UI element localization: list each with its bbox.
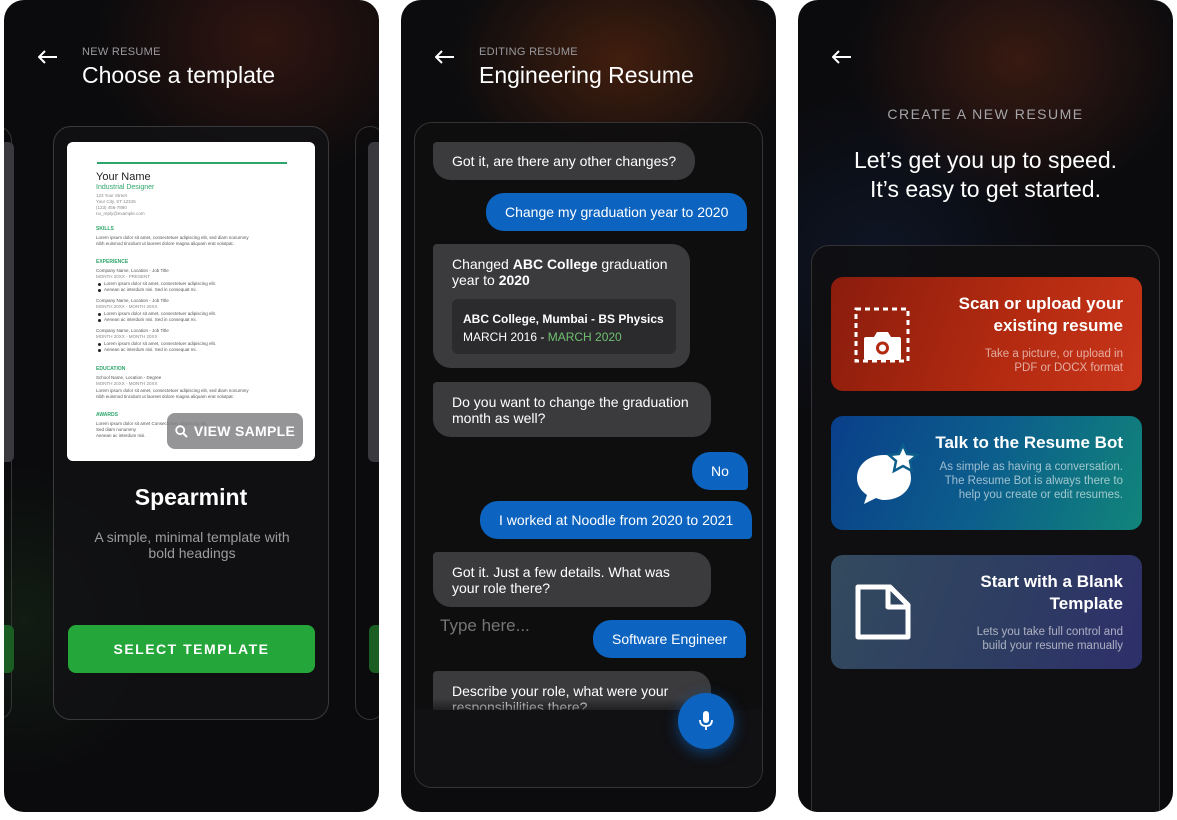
- education-card[interactable]: ABC College, Mumbai - BS Physics MARCH 2…: [452, 299, 676, 354]
- education-card-dates: MARCH 2016 - MARCH 2020: [463, 329, 665, 345]
- option-sub-line: As simple as having a conversation.: [939, 461, 1123, 473]
- option-sub-line: PDF or DOCX format: [1014, 362, 1123, 374]
- option-sub-line: The Resume Bot is always there to: [944, 475, 1123, 487]
- message-input[interactable]: [440, 616, 640, 636]
- option-title: Start with a Blank Template: [980, 571, 1123, 615]
- preview-name: Your Name: [96, 171, 151, 183]
- template-name: Spearmint: [134, 484, 248, 510]
- template-preview[interactable]: Your Name Industrial Designer 123 Your S…: [67, 142, 315, 461]
- user-message: Change my graduation year to 2020: [486, 193, 748, 231]
- preview-dates: MONTH 20XX - MONTH 20XX: [96, 334, 158, 339]
- next-template-button[interactable]: [369, 625, 379, 673]
- chat-star-icon: [857, 443, 920, 504]
- preview-rule: [97, 162, 287, 164]
- option-sub-line: Take a picture, or upload in: [984, 348, 1123, 360]
- preview-dates: MONTH 20XX - PRESENT: [96, 274, 151, 279]
- preview-bullet: Aenean ac interdum nisi. Sed in consequa…: [98, 287, 197, 292]
- screen-overline: EDITING RESUME: [479, 46, 578, 58]
- option-title-line: Talk to the Resume Bot: [935, 433, 1123, 452]
- hero-text: Let’s get you up to speed. It’s easy to …: [798, 146, 1173, 204]
- preview-education-heading: EDUCATION: [96, 366, 126, 372]
- option-sub-line: build your resume manually: [982, 640, 1123, 652]
- create-screen: CREATE A NEW RESUME Let’s get you up to …: [798, 0, 1173, 812]
- blank-document-icon: [855, 584, 911, 640]
- preview-skills-heading: SKILLS: [96, 226, 114, 232]
- message-bold: ABC College: [512, 256, 598, 272]
- next-template-preview[interactable]: [368, 142, 379, 462]
- bot-message: Got it. Just a few details. What was you…: [433, 552, 711, 607]
- microphone-icon: [699, 711, 713, 730]
- preview-dates: MONTH 20XX - MONTH 20XX: [96, 304, 158, 309]
- screen-overline: NEW RESUME: [82, 46, 161, 58]
- microphone-button[interactable]: [678, 693, 734, 749]
- preview-bullet: Aenean ac interdum nisi. Sed in consequa…: [98, 347, 197, 352]
- back-arrow-icon[interactable]: [38, 50, 58, 64]
- preview-bullet: Aenean ac interdum nisi. Sed in consequa…: [98, 317, 197, 322]
- message-bold: 2020: [498, 272, 530, 288]
- bot-message: Do you want to change the graduation mon…: [433, 382, 711, 437]
- date-end: MARCH 2020: [547, 330, 622, 344]
- page-title: Engineering Resume: [479, 62, 694, 88]
- prev-template-preview[interactable]: [4, 142, 14, 462]
- user-message: I worked at Noodle from 2020 to 2021: [480, 501, 753, 539]
- resume-bot-option[interactable]: Talk to the Resume Bot As simple as havi…: [831, 416, 1142, 530]
- option-subtitle: Take a picture, or upload in PDF or DOCX…: [985, 347, 1123, 375]
- message-text: Changed: [452, 256, 513, 272]
- preview-dates: MONTH 20XX - MONTH 20XX: [96, 381, 158, 386]
- back-arrow-icon[interactable]: [832, 50, 852, 64]
- education-card-title: ABC College, Mumbai - BS Physics: [463, 312, 664, 326]
- option-title-line: Scan or upload your: [958, 294, 1123, 313]
- option-title-line: existing resume: [993, 316, 1123, 335]
- scan-upload-option[interactable]: Scan or upload your existing resume Take…: [831, 277, 1142, 391]
- template-card: Your Name Industrial Designer 123 Your S…: [53, 126, 329, 720]
- prev-template-button[interactable]: [4, 625, 14, 673]
- date-start: MARCH 2016 -: [463, 330, 548, 344]
- page-title: Choose a template: [82, 62, 276, 88]
- preview-text: nibh euismod tincidunt ut laoreet dolore…: [96, 241, 234, 246]
- template-screen: NEW RESUME Choose a template Your Name I…: [4, 0, 379, 812]
- chat-panel: Got it, are there any other changes? Cha…: [414, 122, 763, 788]
- screen-overline: CREATE A NEW RESUME: [887, 106, 1084, 122]
- options-panel: Scan or upload your existing resume Take…: [811, 245, 1160, 812]
- bot-message: Got it, are there any other changes?: [433, 142, 696, 180]
- option-sub-line: help you create or edit resumes.: [958, 489, 1123, 501]
- option-subtitle: Lets you take full control and build you…: [977, 625, 1123, 653]
- view-sample-button[interactable]: VIEW SAMPLE: [167, 413, 303, 449]
- view-sample-label: VIEW SAMPLE: [193, 423, 296, 439]
- hero-line: It’s easy to get started.: [870, 176, 1101, 202]
- option-title-line: Start with a Blank: [980, 572, 1123, 591]
- bot-message: Changed ABC College graduation year to 2…: [433, 244, 690, 368]
- option-sub-line: Lets you take full control and: [976, 626, 1123, 638]
- back-arrow-icon[interactable]: [435, 50, 455, 64]
- select-template-button[interactable]: SELECT TEMPLATE: [68, 625, 315, 673]
- option-title: Scan or upload your existing resume: [959, 293, 1123, 337]
- option-title-line: Template: [1049, 594, 1123, 613]
- search-icon: [175, 424, 188, 438]
- user-message: No: [692, 452, 748, 490]
- hero-line: Let’s get you up to speed.: [854, 147, 1117, 173]
- camera-scan-icon: [854, 307, 910, 363]
- option-subtitle: As simple as having a conversation. The …: [940, 460, 1123, 502]
- blank-template-option[interactable]: Start with a Blank Template Lets you tak…: [831, 555, 1142, 669]
- option-title: Talk to the Resume Bot: [935, 432, 1123, 454]
- preview-experience-heading: EXPERIENCE: [96, 259, 129, 265]
- preview-text: nibh euismod tincidunt ut laoreet dolore…: [96, 394, 234, 399]
- preview-role: Industrial Designer: [96, 184, 155, 191]
- preview-address-line: no_reply@example.com: [96, 211, 145, 216]
- template-description: A simple, minimal template with bold hea…: [94, 529, 290, 561]
- chat-screen: EDITING RESUME Engineering Resume Got it…: [401, 0, 776, 812]
- preview-awards-heading: AWARDS: [96, 412, 118, 418]
